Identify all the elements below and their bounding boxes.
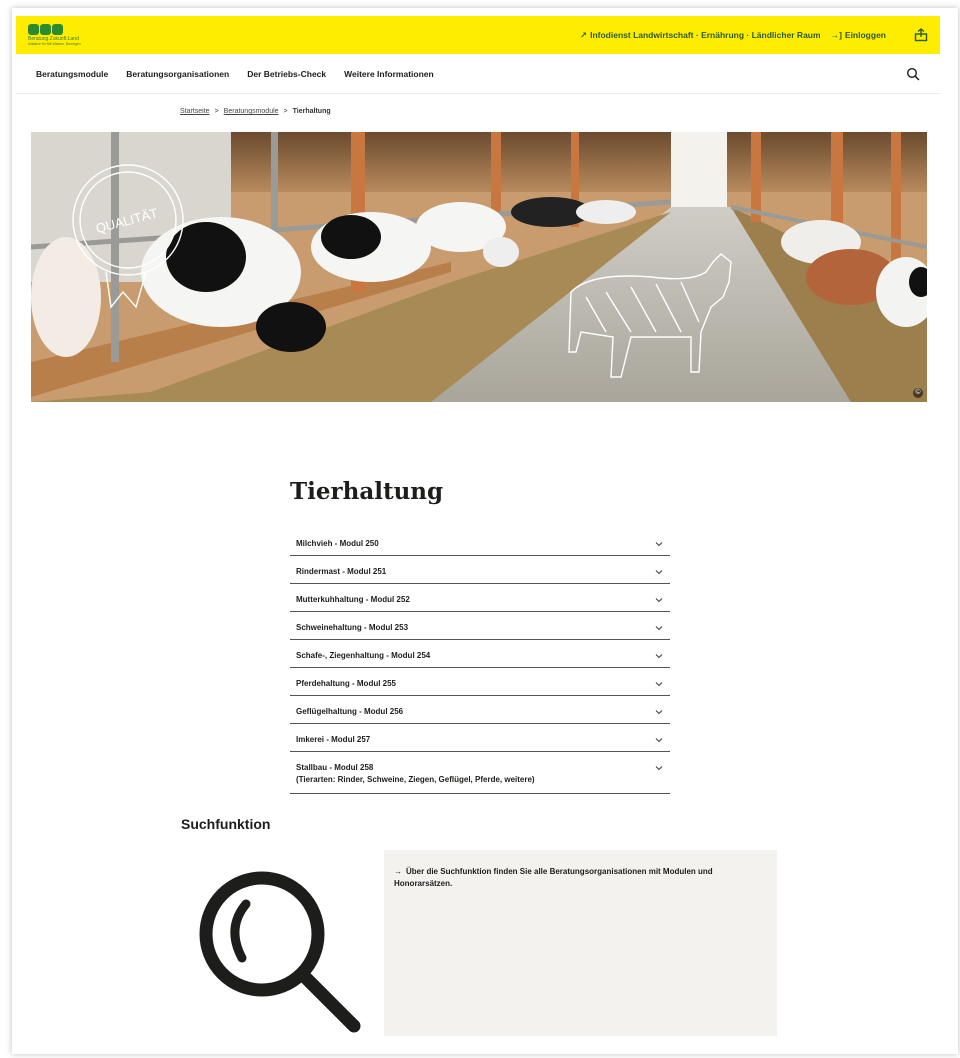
external-arrow-icon: ↗ bbox=[579, 29, 588, 40]
accordion-item-label: Stallbau - Modul 258 (Tierarten: Rinder,… bbox=[296, 762, 654, 786]
copyright-icon[interactable]: © bbox=[913, 388, 923, 398]
main-nav: Beratungsmodule Beratungsorganisationen … bbox=[16, 54, 940, 94]
chevron-down-icon bbox=[655, 682, 663, 687]
login-label: Einloggen bbox=[844, 30, 886, 40]
login-link[interactable]: →] Einloggen bbox=[831, 30, 886, 40]
chevron-down-icon bbox=[655, 766, 663, 771]
logo-subtext: Initiative für Mit Wissen. Bewegen bbox=[28, 42, 81, 47]
breadcrumb-separator: > bbox=[283, 108, 288, 115]
breadcrumb-separator: > bbox=[214, 108, 219, 115]
accordion-item-gefluegelhaltung[interactable]: Geflügelhaltung - Modul 256 bbox=[290, 696, 670, 724]
breadcrumb-home[interactable]: Startseite bbox=[180, 108, 210, 115]
accordion-item-milchvieh[interactable]: Milchvieh - Modul 250 bbox=[290, 528, 670, 556]
search-section-title: Suchfunktion bbox=[181, 816, 271, 832]
nav-item-beratungsorganisationen[interactable]: Beratungsorganisationen bbox=[126, 69, 229, 79]
logo-icons bbox=[28, 23, 81, 35]
chevron-down-icon bbox=[655, 710, 663, 715]
accordion-item-label: Imkerei - Modul 257 bbox=[296, 735, 371, 744]
search-function-link[interactable]: → Über die Suchfunktion finden Sie alle B… bbox=[394, 867, 713, 888]
accordion-item-imkerei[interactable]: Imkerei - Modul 257 bbox=[290, 724, 670, 752]
chevron-down-icon bbox=[655, 570, 663, 575]
search-icon[interactable] bbox=[906, 67, 920, 81]
module-accordion: Milchvieh - Modul 250 Rindermast - Modul… bbox=[290, 528, 670, 794]
breadcrumb: Startseite > Beratungsmodule > Tierhaltu… bbox=[180, 108, 331, 115]
chevron-down-icon bbox=[655, 654, 663, 659]
site-logo[interactable]: Beratung.Zukunft.Land Initiative für Mit… bbox=[28, 16, 81, 54]
accordion-item-stallbau[interactable]: Stallbau - Modul 258 (Tierarten: Rinder,… bbox=[290, 752, 670, 794]
accordion-item-label: Rindermast - Modul 251 bbox=[296, 567, 387, 576]
top-bar: Beratung.Zukunft.Land Initiative für Mit… bbox=[16, 16, 940, 54]
infodienst-link[interactable]: ↗ Infodienst Landwirtschaft · Ernährung ·… bbox=[580, 30, 821, 41]
breadcrumb-parent[interactable]: Beratungsmodule bbox=[224, 108, 279, 115]
page-title: Tierhaltung bbox=[290, 478, 444, 505]
chevron-down-icon bbox=[655, 626, 663, 631]
hero-image: QUALITÄT © bbox=[31, 132, 927, 402]
infodienst-label: Infodienst Landwirtschaft · Ernährung · … bbox=[590, 29, 821, 40]
accordion-item-title: Stallbau - Modul 258 bbox=[296, 763, 374, 772]
accordion-item-label: Mutterkuhhaltung - Modul 252 bbox=[296, 595, 410, 604]
chevron-down-icon bbox=[655, 542, 663, 547]
search-info-box: → Über die Suchfunktion finden Sie alle B… bbox=[384, 850, 777, 1036]
barn-illustration: QUALITÄT bbox=[31, 132, 927, 402]
breadcrumb-current: Tierhaltung bbox=[292, 108, 331, 115]
nav-item-beratungsmodule[interactable]: Beratungsmodule bbox=[36, 69, 108, 79]
accordion-item-label: Schafe-, Ziegenhaltung - Modul 254 bbox=[296, 651, 431, 660]
nav-item-weitere-informationen[interactable]: Weitere Informationen bbox=[344, 69, 434, 79]
accordion-item-mutterkuhhaltung[interactable]: Mutterkuhhaltung - Modul 252 bbox=[290, 584, 670, 612]
share-icon[interactable] bbox=[914, 28, 928, 42]
search-function-link-text: Über die Suchfunktion finden Sie alle Be… bbox=[394, 867, 713, 888]
magnifier-illustration-icon bbox=[199, 871, 361, 1033]
accordion-item-label: Milchvieh - Modul 250 bbox=[296, 539, 379, 548]
accordion-item-pferdehaltung[interactable]: Pferdehaltung - Modul 255 bbox=[290, 668, 670, 696]
nav-item-betriebs-check[interactable]: Der Betriebs-Check bbox=[247, 69, 326, 79]
chevron-down-icon bbox=[655, 738, 663, 743]
accordion-item-subtitle: (Tierarten: Rinder, Schweine, Ziegen, Ge… bbox=[296, 775, 535, 784]
accordion-item-schafe-ziegen[interactable]: Schafe-, Ziegenhaltung - Modul 254 bbox=[290, 640, 670, 668]
chevron-down-icon bbox=[655, 598, 663, 603]
accordion-item-schweinehaltung[interactable]: Schweinehaltung - Modul 253 bbox=[290, 612, 670, 640]
accordion-item-label: Geflügelhaltung - Modul 256 bbox=[296, 707, 404, 716]
accordion-item-rindermast[interactable]: Rindermast - Modul 251 bbox=[290, 556, 670, 584]
arrow-right-icon: → bbox=[394, 867, 402, 876]
accordion-item-label: Schweinehaltung - Modul 253 bbox=[296, 623, 409, 632]
login-icon: →] bbox=[830, 30, 842, 40]
accordion-item-label: Pferdehaltung - Modul 255 bbox=[296, 679, 397, 688]
